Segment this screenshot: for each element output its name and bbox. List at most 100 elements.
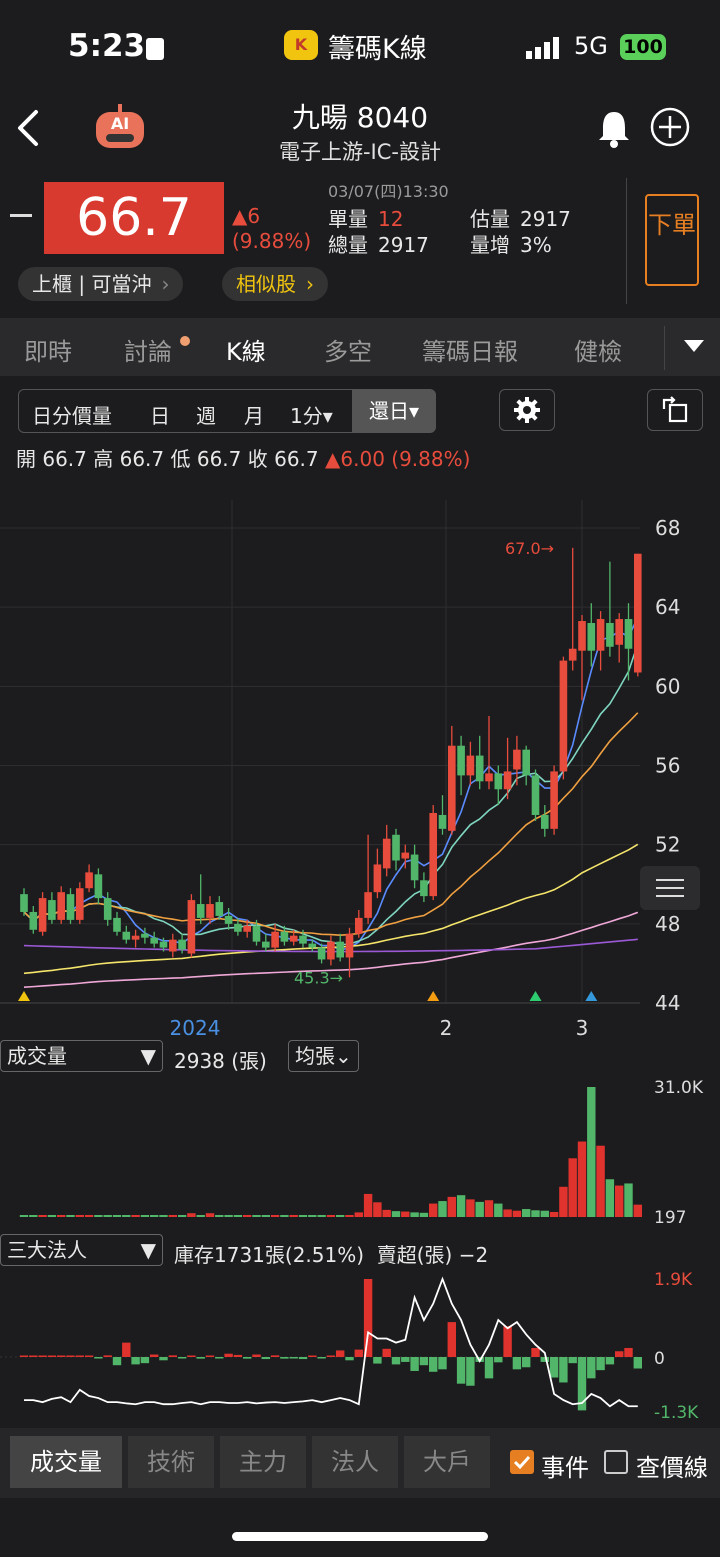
bottom-tab-institutional[interactable]: 法人 bbox=[312, 1436, 398, 1488]
institutional-indicator-select[interactable]: 三大法人 ▼ bbox=[0, 1234, 163, 1266]
institutional-bar bbox=[29, 1355, 38, 1357]
volume-bar bbox=[568, 1158, 577, 1217]
gear-icon bbox=[514, 397, 540, 423]
tab-discussion[interactable]: 討論 bbox=[124, 332, 172, 367]
volume-bar bbox=[298, 1215, 308, 1217]
volume-bar bbox=[57, 1215, 66, 1217]
volume-bar bbox=[549, 1211, 559, 1217]
order-button[interactable]: 下單 bbox=[645, 194, 699, 286]
price-line-label[interactable]: 查價線 bbox=[636, 1448, 708, 1483]
institutional-bar bbox=[596, 1357, 605, 1371]
volume-bar bbox=[326, 1215, 336, 1217]
y-tick-label: 56 bbox=[655, 754, 680, 778]
price-line-checkbox[interactable] bbox=[604, 1450, 628, 1474]
volume-bar bbox=[466, 1199, 475, 1217]
volume-increase: 量增 3% bbox=[470, 229, 552, 258]
candle bbox=[522, 749, 530, 776]
total-volume-label: 總量 bbox=[328, 233, 368, 257]
event-marker bbox=[585, 991, 598, 1001]
institutional-bar bbox=[624, 1347, 633, 1357]
institutional-bar bbox=[196, 1357, 205, 1359]
period-adjusted-day[interactable]: 還日▾ bbox=[352, 390, 436, 432]
market-tag[interactable]: 上櫃 | 可當沖 › bbox=[18, 267, 184, 301]
settings-button[interactable] bbox=[499, 389, 555, 431]
candle bbox=[122, 931, 131, 940]
period-day[interactable]: 日 bbox=[150, 400, 170, 429]
add-icon[interactable] bbox=[650, 107, 690, 147]
volume-bar bbox=[410, 1212, 419, 1217]
bell-icon[interactable] bbox=[596, 108, 632, 148]
candlestick-chart[interactable]: 68 64 60 56 52 48 44 67.0→ 45.3→ 2024 2 3 bbox=[0, 480, 720, 1040]
institutional-bar bbox=[326, 1355, 336, 1357]
bottom-tab-technical[interactable]: 技術 bbox=[128, 1436, 214, 1488]
bottom-tab-main-force[interactable]: 主力 bbox=[220, 1436, 306, 1488]
institutional-bar bbox=[456, 1357, 466, 1384]
signal-icon bbox=[526, 37, 559, 59]
tab-long-short[interactable]: 多空 bbox=[324, 332, 372, 367]
volume-bar bbox=[401, 1211, 410, 1217]
institutional-bar bbox=[103, 1355, 112, 1357]
volume-bar bbox=[336, 1215, 345, 1217]
total-volume: 總量 2917 bbox=[328, 229, 429, 258]
tab-chip-daily[interactable]: 籌碼日報 bbox=[422, 332, 518, 367]
period-1min[interactable]: 1分▾ bbox=[290, 400, 333, 429]
volume-bar bbox=[29, 1215, 38, 1217]
similar-stocks-tag[interactable]: 相似股 › bbox=[222, 267, 328, 301]
candle bbox=[159, 941, 168, 948]
institutional-bar bbox=[150, 1354, 159, 1357]
dropdown-arrow-icon[interactable] bbox=[684, 340, 704, 354]
bottom-tab-major-holders[interactable]: 大戶 bbox=[404, 1436, 490, 1488]
candle bbox=[634, 553, 642, 673]
institutional-bar bbox=[373, 1357, 382, 1364]
volume-indicator-label: 成交量 bbox=[7, 1044, 67, 1068]
candle bbox=[299, 935, 307, 944]
chart-resize-handle[interactable] bbox=[640, 866, 700, 910]
institutional-bar bbox=[66, 1355, 75, 1357]
contact-card-icon bbox=[146, 38, 164, 60]
period-intraday-price-volume[interactable]: 日分價量 bbox=[32, 400, 112, 429]
candle bbox=[271, 931, 279, 948]
candle bbox=[466, 755, 475, 776]
chevron-right-icon: › bbox=[306, 272, 314, 296]
divider-vertical bbox=[626, 178, 627, 304]
bottom-tab-volume[interactable]: 成交量 bbox=[10, 1436, 122, 1488]
institutional-bar bbox=[419, 1357, 429, 1366]
period-month[interactable]: 月 bbox=[244, 400, 264, 429]
volume-indicator-select[interactable]: 成交量 ▼ bbox=[0, 1040, 163, 1072]
dropdown-triangle-icon: ▼ bbox=[140, 1238, 156, 1262]
candle bbox=[234, 923, 242, 932]
event-label[interactable]: 事件 bbox=[541, 1448, 589, 1483]
candle bbox=[20, 894, 28, 912]
institutional-bar bbox=[363, 1279, 373, 1357]
candle bbox=[392, 834, 400, 861]
volume-bar bbox=[419, 1212, 429, 1217]
open-value: 開 66.7 bbox=[16, 447, 87, 471]
institutional-bar bbox=[252, 1354, 261, 1357]
home-indicator[interactable] bbox=[232, 1532, 488, 1541]
tab-health-check[interactable]: 健檢 bbox=[574, 332, 622, 367]
checkmark-icon bbox=[513, 1455, 531, 1470]
volume-increase-value: 3% bbox=[520, 233, 552, 257]
period-week[interactable]: 週 bbox=[196, 400, 216, 429]
estimated-volume-label: 估量 bbox=[470, 207, 510, 231]
tab-realtime[interactable]: 即時 bbox=[24, 332, 72, 367]
high-value: 高 66.7 bbox=[93, 447, 165, 471]
institutional-bar bbox=[298, 1357, 308, 1360]
collapse-dash[interactable] bbox=[10, 214, 32, 217]
volume-bar bbox=[224, 1215, 233, 1217]
rotate-screen-button[interactable] bbox=[647, 389, 703, 431]
volume-y-max: 31.0K bbox=[654, 1078, 704, 1098]
candle bbox=[485, 773, 493, 782]
event-checkbox[interactable] bbox=[510, 1450, 534, 1474]
candle bbox=[224, 915, 233, 924]
candle bbox=[215, 902, 224, 916]
volume-bar bbox=[587, 1087, 596, 1217]
volume-bar bbox=[391, 1211, 401, 1217]
institutional-bar bbox=[280, 1357, 289, 1359]
volume-bar bbox=[187, 1213, 196, 1217]
tab-kline[interactable]: K線 bbox=[226, 332, 266, 367]
institutional-bar bbox=[391, 1357, 401, 1365]
institutional-bar bbox=[568, 1357, 577, 1364]
average-volume-select[interactable]: 均張⌄ bbox=[288, 1040, 359, 1072]
battery-icon: 100 bbox=[620, 34, 666, 60]
